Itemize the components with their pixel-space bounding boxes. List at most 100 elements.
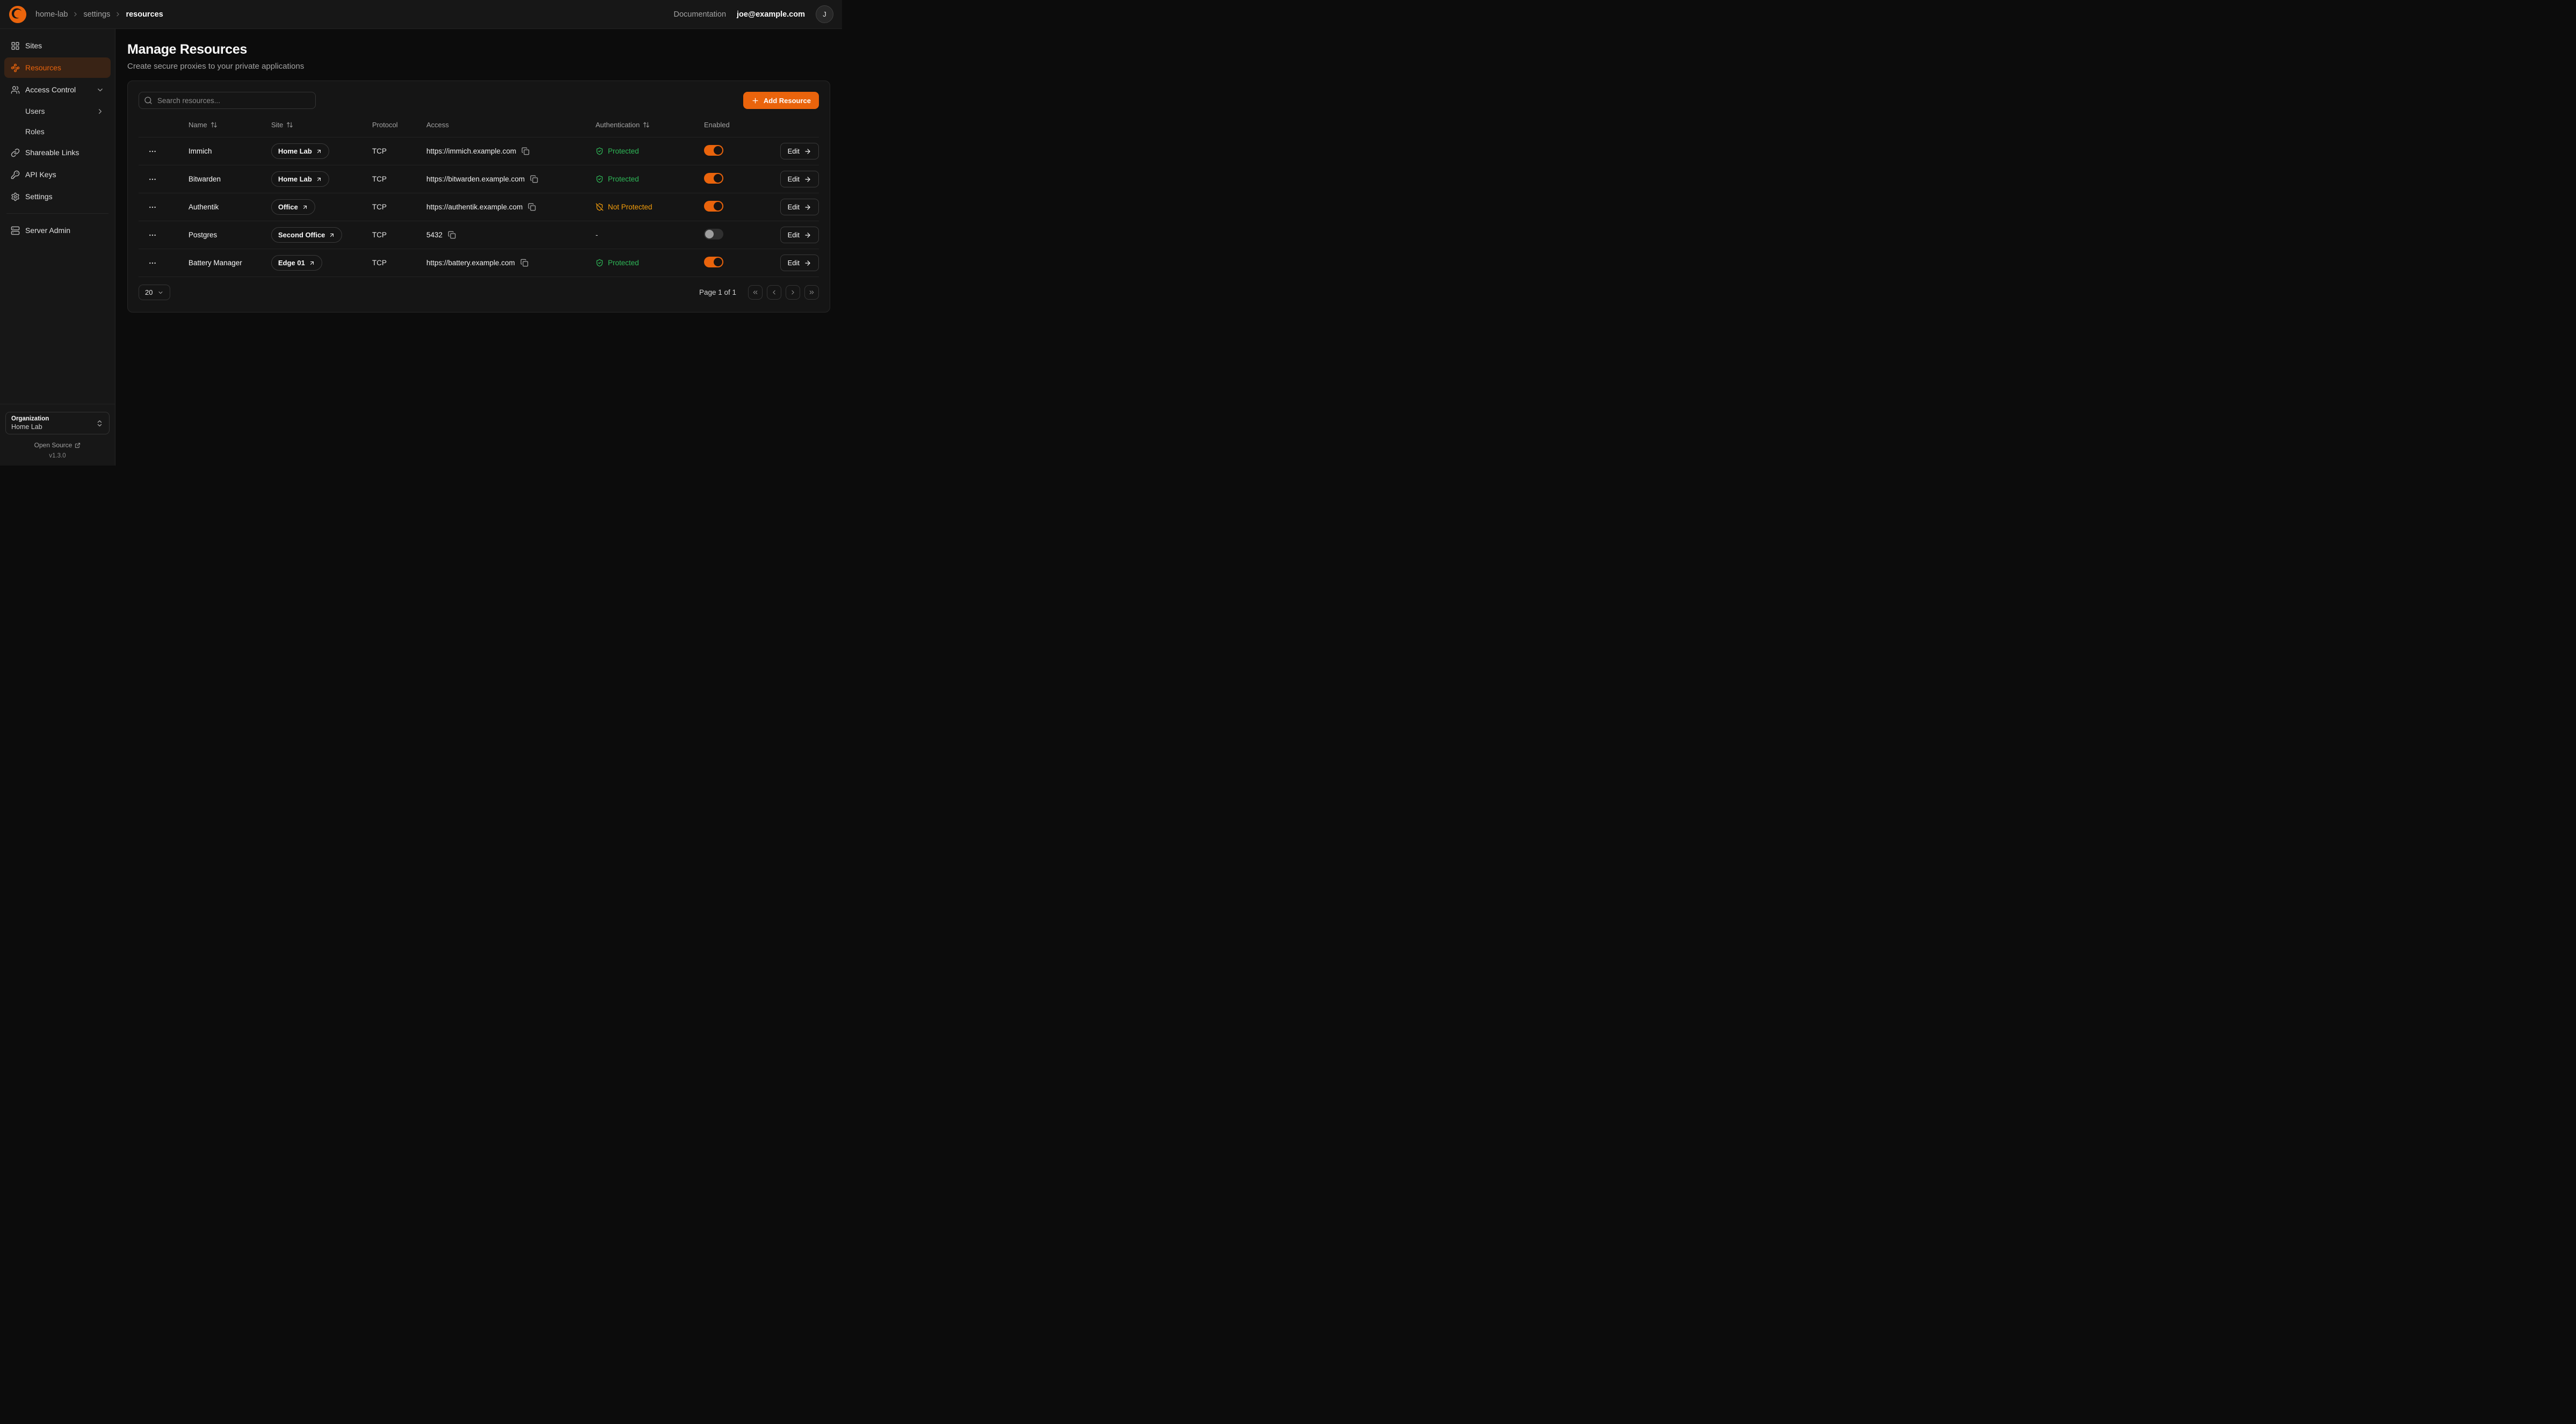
search-input[interactable] <box>139 92 316 109</box>
protocol: TCP <box>372 147 426 155</box>
toggle-knob <box>714 174 722 183</box>
search-box <box>139 92 316 109</box>
next-page-button[interactable] <box>786 285 800 300</box>
toggle-knob <box>714 146 722 155</box>
access-url: 5432 <box>426 231 442 239</box>
edit-button[interactable]: Edit <box>780 171 819 187</box>
edit-label: Edit <box>788 147 800 155</box>
row-menu-button[interactable] <box>146 173 159 186</box>
site-link[interactable]: Home Lab <box>271 171 329 187</box>
resource-name: Authentik <box>188 203 271 211</box>
sidebar-item-api-keys[interactable]: API Keys <box>4 164 111 185</box>
sidebar-item-sites[interactable]: Sites <box>4 35 111 56</box>
table-row: Immich Home Lab TCP https://immich.examp… <box>139 137 819 165</box>
version-label: v1.3.0 <box>5 453 110 459</box>
chevrons-left-icon <box>752 289 759 296</box>
sidebar-item-shareable-links[interactable]: Shareable Links <box>4 142 111 163</box>
edit-label: Edit <box>788 203 800 211</box>
edit-button[interactable]: Edit <box>780 227 819 243</box>
org-selector[interactable]: Organization Home Lab <box>5 412 110 434</box>
protocol: TCP <box>372 259 426 267</box>
column-header-authentication[interactable]: Authentication <box>596 121 704 129</box>
resource-name: Bitwarden <box>188 175 271 183</box>
sort-icon <box>211 121 217 128</box>
enabled-toggle[interactable] <box>704 201 723 212</box>
toggle-knob <box>714 258 722 266</box>
search-icon <box>144 96 153 105</box>
sidebar-item-roles[interactable]: Roles <box>4 122 111 141</box>
chevrons-right-icon <box>808 289 815 296</box>
row-menu-button[interactable] <box>146 201 159 214</box>
add-resource-button[interactable]: Add Resource <box>743 92 819 109</box>
documentation-link[interactable]: Documentation <box>674 10 727 19</box>
access-url: https://battery.example.com <box>426 259 515 267</box>
auth-status: Protected <box>596 259 704 267</box>
access-url: https://authentik.example.com <box>426 203 523 211</box>
column-header-access: Access <box>426 121 596 129</box>
chevron-right-icon <box>114 11 121 18</box>
sidebar-item-label: Sites <box>25 41 42 50</box>
access-url: https://immich.example.com <box>426 147 516 155</box>
row-menu-button[interactable] <box>146 229 159 242</box>
site-link[interactable]: Office <box>271 199 315 215</box>
sidebar-item-label: Shareable Links <box>25 148 79 157</box>
resources-table: Name Site Protocol Access <box>139 112 819 277</box>
edit-label: Edit <box>788 175 800 183</box>
column-header-name[interactable]: Name <box>188 121 271 129</box>
open-source-link[interactable]: Open Source <box>5 441 110 449</box>
sidebar-item-settings[interactable]: Settings <box>4 186 111 207</box>
auth-status-label: Protected <box>608 147 639 155</box>
site-link[interactable]: Home Lab <box>271 143 329 159</box>
site-name: Edge 01 <box>278 259 305 267</box>
previous-page-button[interactable] <box>767 285 781 300</box>
sort-icon <box>643 121 650 128</box>
copy-icon[interactable] <box>528 203 536 211</box>
table-toolbar: Add Resource <box>139 92 819 109</box>
resource-name: Postgres <box>188 231 271 239</box>
copy-icon[interactable] <box>521 147 529 155</box>
column-header-site[interactable]: Site <box>271 121 372 129</box>
waypoints-icon <box>11 63 20 72</box>
edit-button[interactable]: Edit <box>780 143 819 159</box>
row-menu-button[interactable] <box>146 145 159 158</box>
ellipsis-icon <box>148 259 157 267</box>
enabled-toggle[interactable] <box>704 229 723 239</box>
app-logo[interactable] <box>9 5 27 24</box>
edit-button[interactable]: Edit <box>780 199 819 215</box>
copy-icon[interactable] <box>530 175 538 183</box>
site-name: Second Office <box>278 231 325 239</box>
enabled-toggle[interactable] <box>704 145 723 156</box>
site-link[interactable]: Second Office <box>271 227 342 243</box>
avatar[interactable]: J <box>816 5 833 23</box>
protocol: TCP <box>372 175 426 183</box>
copy-icon[interactable] <box>448 231 456 239</box>
sidebar-item-resources[interactable]: Resources <box>4 57 111 78</box>
edit-button[interactable]: Edit <box>780 255 819 271</box>
arrow-up-right-icon <box>316 176 322 183</box>
last-page-button[interactable] <box>804 285 819 300</box>
site-link[interactable]: Edge 01 <box>271 255 322 271</box>
shield-check-icon <box>596 147 604 155</box>
copy-icon[interactable] <box>520 259 528 267</box>
arrow-right-icon <box>804 231 811 239</box>
row-menu-button[interactable] <box>146 257 159 270</box>
sidebar-item-users[interactable]: Users <box>4 101 111 121</box>
table-row: Authentik Office TCP https://authentik.e… <box>139 193 819 221</box>
page-subtitle: Create secure proxies to your private ap… <box>127 62 830 71</box>
page-size-select[interactable]: 20 <box>139 285 170 300</box>
ellipsis-icon <box>148 175 157 184</box>
enabled-toggle[interactable] <box>704 173 723 184</box>
first-page-button[interactable] <box>748 285 763 300</box>
sidebar-item-server-admin[interactable]: Server Admin <box>4 220 111 241</box>
shield-off-icon <box>596 203 604 211</box>
sidebar-item-access-control[interactable]: Access Control <box>4 79 111 100</box>
sidebar-nav: Sites Resources Access Control Users Rol <box>0 29 115 404</box>
breadcrumb-home-lab[interactable]: home-lab <box>35 10 68 19</box>
key-icon <box>11 170 20 179</box>
auth-status: Protected <box>596 175 704 183</box>
user-email[interactable]: joe@example.com <box>737 10 805 19</box>
main-content: Manage Resources Create secure proxies t… <box>115 29 842 466</box>
chevrons-up-down-icon <box>96 419 104 427</box>
breadcrumb-settings[interactable]: settings <box>83 10 110 19</box>
enabled-toggle[interactable] <box>704 257 723 267</box>
